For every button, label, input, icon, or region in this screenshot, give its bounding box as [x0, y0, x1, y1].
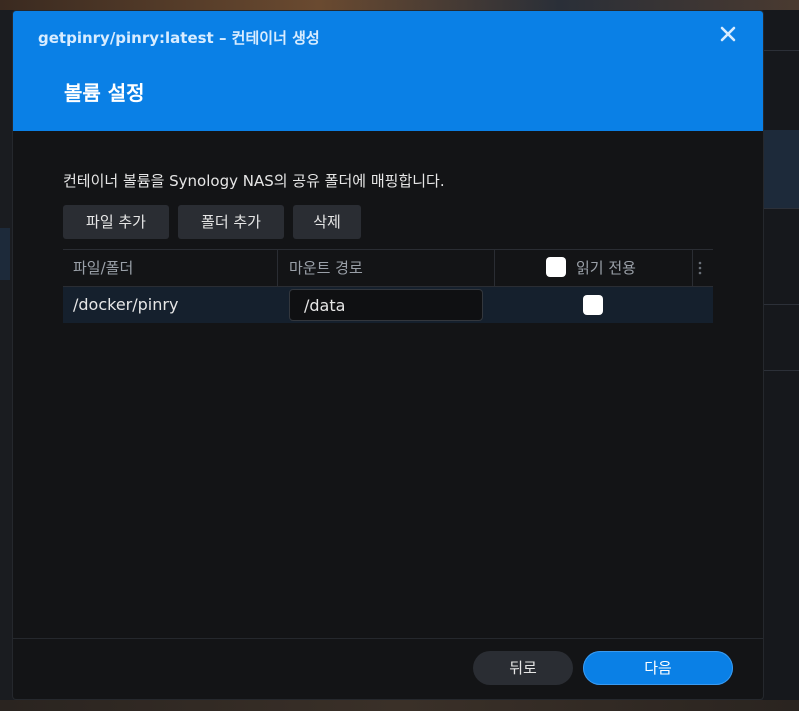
column-header-read-only[interactable]: 읽기 전용: [576, 250, 636, 286]
background-top-strip: [0, 0, 799, 10]
dialog-header: getpinry/pinry:latest – 컨테이너 생성 볼륨 설정: [13, 11, 763, 131]
background-divider: [763, 50, 799, 51]
dialog-title: getpinry/pinry:latest – 컨테이너 생성: [38, 29, 320, 47]
background-right-highlight: [763, 130, 799, 208]
background-divider: [763, 208, 799, 209]
footer-divider: [13, 638, 763, 639]
column-separator: [692, 250, 693, 286]
column-separator: [494, 250, 495, 286]
background-divider: [763, 304, 799, 305]
column-separator: [277, 250, 278, 286]
read-only-checkbox[interactable]: [583, 295, 603, 315]
delete-button[interactable]: 삭제: [293, 205, 361, 239]
mount-path-input[interactable]: /data: [289, 289, 483, 321]
create-container-dialog: getpinry/pinry:latest – 컨테이너 생성 볼륨 설정 컨테…: [13, 11, 763, 699]
close-icon: [720, 26, 736, 42]
row-path: /docker/pinry: [73, 295, 179, 314]
column-header-mount-path[interactable]: 마운트 경로: [289, 250, 363, 286]
background-bottom-strip: [0, 700, 799, 711]
close-button[interactable]: [717, 23, 739, 45]
column-header-file-folder[interactable]: 파일/폴더: [73, 250, 133, 286]
volume-table: 파일/폴더 마운트 경로 읽기 전용 /docker/pinry /data: [63, 249, 713, 323]
back-button[interactable]: 뒤로: [473, 651, 573, 685]
next-button[interactable]: 다음: [583, 651, 733, 685]
table-header: 파일/폴더 마운트 경로 읽기 전용: [63, 249, 713, 287]
column-menu-button[interactable]: [697, 260, 703, 276]
read-only-select-all-checkbox[interactable]: [546, 257, 566, 277]
background-left-strip: [0, 228, 10, 280]
step-title: 볼륨 설정: [64, 81, 145, 105]
more-vertical-icon: [698, 261, 702, 275]
table-row[interactable]: /docker/pinry /data: [63, 287, 713, 323]
background-right-panel: [763, 10, 799, 711]
add-file-button[interactable]: 파일 추가: [63, 205, 169, 239]
description-text: 컨테이너 볼륨을 Synology NAS의 공유 폴더에 매핑합니다.: [63, 172, 445, 190]
add-folder-button[interactable]: 폴더 추가: [178, 205, 284, 239]
background-divider: [763, 370, 799, 371]
